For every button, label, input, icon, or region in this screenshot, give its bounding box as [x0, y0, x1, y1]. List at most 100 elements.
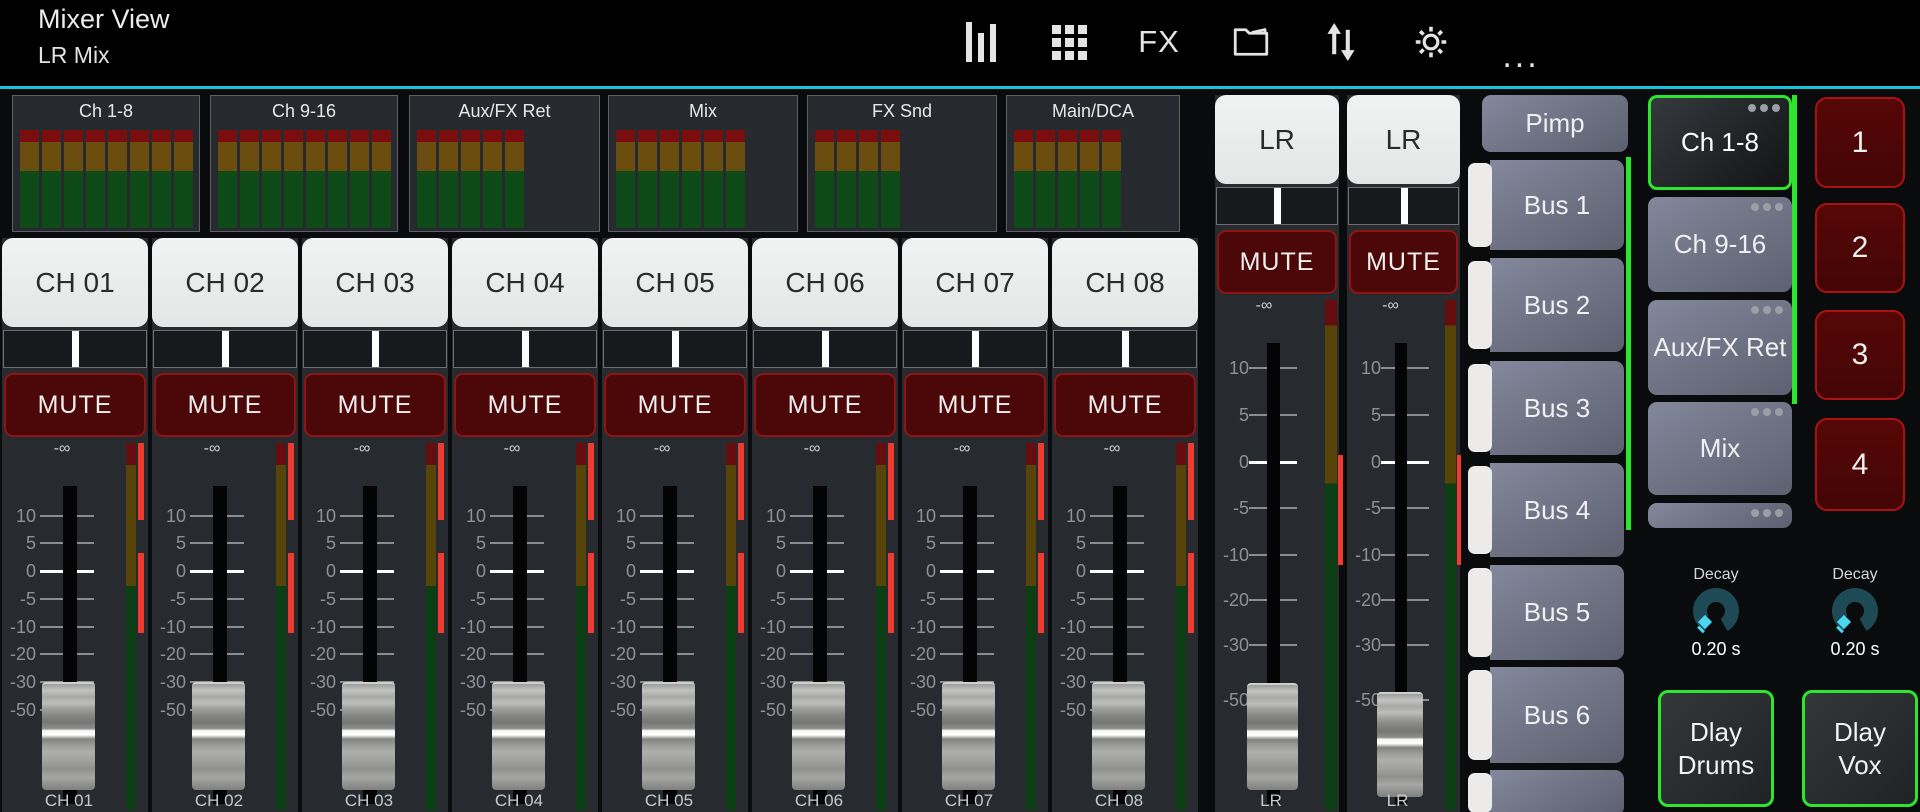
meter-segment — [682, 130, 701, 228]
bus-select-button[interactable]: Bus 4 — [1468, 463, 1624, 557]
fader-scale-label: -50 — [909, 700, 936, 720]
fader-scale-label: -10 — [309, 617, 336, 637]
channel-strip: CH 07 MUTE -∞ 10 5 0 -5 -10 -20 -30 -50 CH 07 — [902, 238, 1048, 812]
meter-segment — [130, 130, 149, 228]
bus-select-button[interactable]: Bus 2 — [1468, 258, 1624, 352]
meter-bridge-group[interactable]: FX Snd — [807, 95, 997, 232]
fader-handle[interactable] — [1247, 683, 1298, 790]
meter-bridge-group[interactable]: Ch 9-16 — [210, 95, 398, 232]
fader-handle[interactable] — [192, 682, 245, 790]
layer-item-partial[interactable] — [1648, 503, 1792, 528]
fader-scale-label: -20 — [1059, 644, 1086, 664]
strip-bottom-label: CH 06 — [794, 791, 844, 810]
bus-scroll-indicator — [1626, 157, 1631, 530]
fader-scale-label: -5 — [469, 589, 486, 609]
fx-icon[interactable]: FX — [1134, 17, 1184, 67]
bus-label: Bus 3 — [1523, 392, 1591, 423]
layer-label: Ch 1-8 — [1680, 127, 1760, 157]
scenes-folder-icon[interactable] — [1226, 17, 1276, 67]
decay-knob[interactable] — [1832, 588, 1878, 634]
meter-segment — [660, 130, 679, 228]
fader-scale-label: -30 — [159, 672, 186, 692]
meter-segment — [64, 130, 83, 228]
meter-segment — [704, 130, 723, 228]
fader-scale-label: -50 — [1059, 700, 1086, 720]
page-subtitle: LR Mix — [38, 42, 110, 68]
fader-scale-label: 0 — [25, 561, 36, 581]
strip-bottom-label: CH 01 — [44, 791, 94, 810]
fader-scale-label: -30 — [9, 672, 36, 692]
strip-bottom-label: CH 08 — [1094, 791, 1144, 810]
drag-dots-icon — [1751, 203, 1783, 211]
more-icon[interactable]: ... — [1496, 17, 1546, 81]
bus-select-button[interactable]: Bus 5 — [1468, 565, 1624, 660]
meter-bridge-group[interactable]: Ch 1-8 — [12, 95, 200, 232]
meter-bridge-meters — [218, 130, 391, 228]
meter-segment — [328, 130, 347, 228]
gain-reduction-meter — [138, 443, 144, 520]
fader-scale-label: -30 — [609, 672, 636, 692]
fader-scale-label: -50 — [309, 700, 336, 720]
meter-bridge-meters — [815, 130, 900, 228]
fader-scale-label: 0 — [1238, 452, 1249, 472]
level-meter — [726, 443, 736, 810]
fader-handle[interactable] — [1377, 692, 1423, 797]
bus-select-button[interactable]: Bus 6 — [1468, 667, 1624, 763]
meter-bridge-group-label: Main/DCA — [1051, 101, 1135, 121]
drag-dots-icon — [1751, 408, 1783, 416]
fader-scale-label: 5 — [1238, 405, 1249, 425]
layer-scroll-indicator — [1792, 95, 1797, 404]
meter-segment — [505, 130, 524, 228]
layer-select-button[interactable]: Aux/FX Ret — [1648, 300, 1792, 395]
layer-select-button[interactable]: Ch 9-16 — [1648, 197, 1792, 292]
meter-segment — [726, 130, 745, 228]
fader-handle[interactable] — [42, 682, 95, 790]
gear-icon[interactable] — [1406, 17, 1456, 67]
fader-scale-label: -10 — [759, 617, 786, 637]
fader-handle[interactable] — [942, 682, 995, 790]
meter-bridge-group[interactable]: Aux/FX Ret — [409, 95, 600, 232]
bank-button[interactable]: 4 — [1815, 418, 1905, 511]
fader-handle[interactable] — [1092, 682, 1145, 790]
fader-scale-label: 5 — [1075, 533, 1086, 553]
layer-select-button[interactable]: Ch 1-8 — [1648, 95, 1792, 190]
fader-scale-label: 0 — [325, 561, 336, 581]
fader-scale-label: -20 — [759, 644, 786, 664]
bus-select-button[interactable]: Pimp — [1482, 95, 1628, 152]
mixer-app: Mixer View LR Mix FX ... Ch 1-8 Ch 9-16 … — [0, 0, 1920, 812]
fader-scale-label: 10 — [1065, 506, 1086, 526]
fader-scale-label: 0 — [175, 561, 186, 581]
channel-grid-icon[interactable] — [1044, 17, 1094, 67]
fx-mute-button[interactable]: Dlay Drums — [1658, 690, 1774, 807]
level-meter — [426, 443, 436, 810]
bus-label: Pimp — [1525, 108, 1585, 138]
bus-select-button[interactable]: Bus 3 — [1468, 361, 1624, 455]
decay-knob[interactable] — [1693, 588, 1739, 634]
meter-segment — [483, 130, 502, 228]
meter-segment — [174, 130, 193, 228]
bus-select-button[interactable]: Bus 1 — [1468, 160, 1624, 250]
bus-label: Bus 6 — [1523, 699, 1591, 730]
fader-scale-label: -10 — [909, 617, 936, 637]
bank-button[interactable]: 2 — [1815, 203, 1905, 293]
strip-bottom-label: LR — [1260, 791, 1282, 810]
fader-scale-label: 10 — [915, 506, 936, 526]
meter-bridge-group[interactable]: Main/DCA — [1006, 95, 1180, 232]
fx-mute-button[interactable]: Dlay Vox — [1802, 690, 1918, 807]
knob-value: 0.20 s — [1830, 639, 1880, 659]
fader-handle[interactable] — [792, 682, 845, 790]
fader-handle[interactable] — [642, 682, 695, 790]
drag-dots-icon — [1751, 306, 1783, 314]
meter-bridge-group[interactable]: Mix — [608, 95, 798, 232]
meters-view-icon[interactable] — [956, 17, 1006, 67]
drag-dots-icon — [1751, 509, 1783, 517]
fader-handle[interactable] — [492, 682, 545, 790]
fx-decay-control: Decay 0.20 s — [1805, 566, 1905, 660]
bank-button[interactable]: 3 — [1815, 310, 1905, 400]
sort-icon[interactable] — [1316, 17, 1366, 67]
layer-select-button[interactable]: Mix — [1648, 402, 1792, 495]
fader-scale-label: -10 — [9, 617, 36, 637]
fader-handle[interactable] — [342, 682, 395, 790]
bank-button[interactable]: 1 — [1815, 97, 1905, 188]
bus-item-partial[interactable] — [1468, 770, 1624, 812]
